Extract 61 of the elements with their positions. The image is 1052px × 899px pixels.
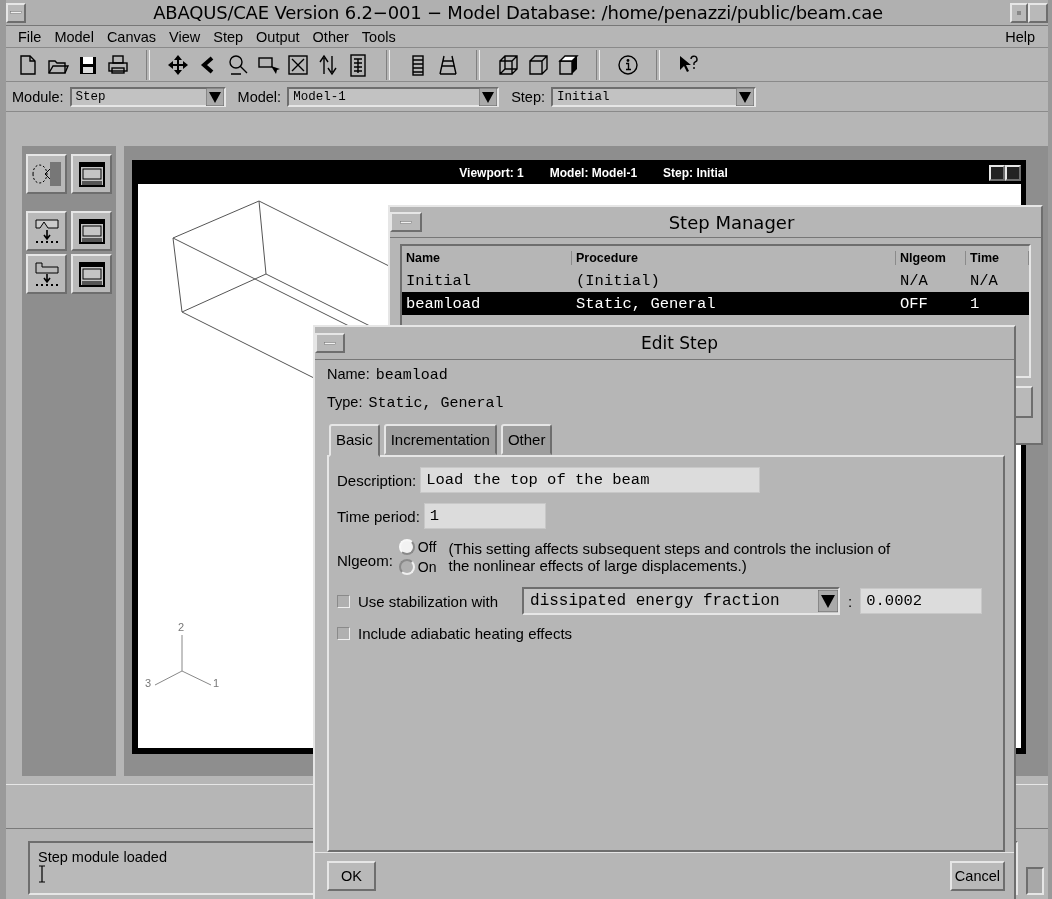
- column-header: Time: [966, 250, 1029, 265]
- menu-item[interactable]: Output: [250, 28, 307, 45]
- table-cell-text: Static, General: [575, 294, 717, 313]
- menu-item[interactable]: Canvas: [100, 28, 164, 45]
- checkbox-option[interactable]: Use stabilization with: [337, 592, 499, 610]
- field-label: Nlgeom:: [337, 551, 393, 569]
- type-label: Type:: [327, 394, 363, 410]
- combo-label: Step:: [511, 88, 545, 105]
- table-cell-text: OFF: [899, 294, 929, 313]
- combo-box[interactable]: dissipated energy fraction: [522, 587, 841, 615]
- menu-item[interactable]: Model: [48, 28, 101, 45]
- field-label: Description:: [337, 471, 417, 489]
- nlgeom-note: (This setting affects subsequent steps and controls the inclusion of the nonlinear effects of large displacements.): [448, 540, 892, 574]
- separator-text: :: [848, 592, 853, 610]
- viewport-title: Viewport: 1: [459, 166, 524, 181]
- combo-label: Model:: [237, 88, 282, 105]
- table-cell-text: N/A: [969, 271, 999, 290]
- menu-item[interactable]: Help: [999, 28, 1042, 45]
- tab[interactable]: Incrementation: [383, 424, 497, 455]
- combo-label: Module:: [12, 88, 64, 105]
- stabilization-value-field[interactable]: 0.0002: [860, 588, 983, 614]
- table-cell-text: 1: [969, 294, 981, 313]
- dialog-button[interactable]: OK: [327, 861, 376, 891]
- axis-label: 1: [213, 677, 220, 690]
- window-title: ABAQUS/CAE Version 6.2−001 − Model Database: /home/penazzi/public/beam.cae: [152, 2, 884, 24]
- dialog-title: Step Manager: [667, 211, 796, 233]
- dialog-title: Edit Step: [640, 333, 719, 353]
- message-text: Step module loaded: [38, 849, 168, 865]
- step-row[interactable]: Initial (Initial) N/A N/A: [402, 269, 1029, 292]
- column-header: Nlgeom: [896, 250, 966, 265]
- combo-box[interactable]: Model-1: [287, 86, 500, 107]
- field-label: Time period:: [337, 507, 420, 525]
- radio-option[interactable]: Off: [398, 539, 437, 555]
- column-header: Procedure: [572, 250, 896, 265]
- checkbox-option[interactable]: Include adiabatic heating effects: [337, 625, 573, 642]
- step-type: Static, General: [368, 395, 504, 412]
- menu-item[interactable]: File: [12, 28, 49, 45]
- viewport-title: Model: Model-1: [549, 166, 638, 181]
- step-name: beamload: [375, 367, 448, 384]
- combo-box[interactable]: Initial: [551, 86, 756, 107]
- table-cell-text: N/A: [899, 271, 929, 290]
- table-cell-text: beamload: [405, 294, 482, 313]
- time-period-field[interactable]: 1: [423, 503, 546, 529]
- tab[interactable]: Other: [500, 424, 553, 455]
- description-field[interactable]: Load the top of the beam: [420, 467, 761, 493]
- menu-item[interactable]: Other: [306, 28, 356, 45]
- combo-box[interactable]: Step: [69, 86, 226, 107]
- step-row[interactable]: beamload Static, General OFF 1: [402, 292, 1029, 315]
- table-cell-text: Initial: [405, 271, 473, 290]
- axis-label: 2: [178, 621, 185, 634]
- axis-label: 3: [145, 677, 152, 690]
- menu-item[interactable]: Step: [207, 28, 251, 45]
- dialog-button[interactable]: Cancel: [949, 861, 1005, 891]
- radio-option[interactable]: On: [398, 559, 437, 575]
- menu-item[interactable]: Tools: [355, 28, 403, 45]
- tab[interactable]: Basic: [329, 424, 380, 457]
- table-cell-text: (Initial): [575, 271, 661, 290]
- viewport-title: Step: Initial: [663, 166, 728, 181]
- menu-item[interactable]: View: [163, 28, 208, 45]
- column-header: Name: [402, 250, 572, 265]
- name-label: Name:: [327, 366, 370, 382]
